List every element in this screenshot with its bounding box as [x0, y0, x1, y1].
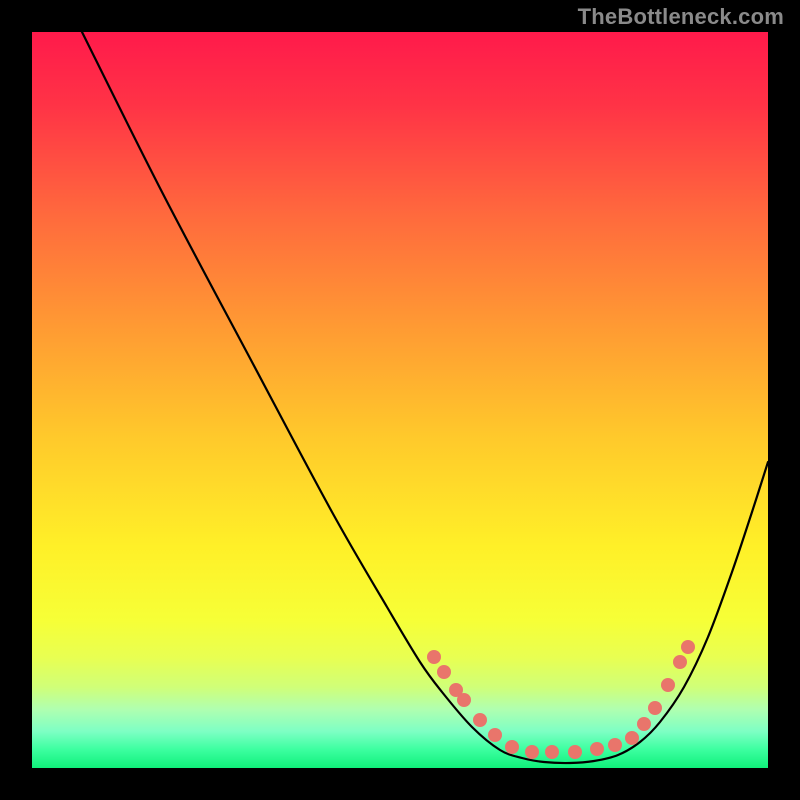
optimal-dot — [648, 701, 662, 715]
optimal-dot — [545, 745, 559, 759]
chart-svg — [32, 32, 768, 768]
optimal-dot — [437, 665, 451, 679]
optimal-dot — [457, 693, 471, 707]
optimal-dot — [681, 640, 695, 654]
chart-frame: TheBottleneck.com — [0, 0, 800, 800]
optimal-dot — [488, 728, 502, 742]
optimal-dot — [608, 738, 622, 752]
optimal-dot — [505, 740, 519, 754]
optimal-dot — [661, 678, 675, 692]
optimal-dot — [590, 742, 604, 756]
optimal-dot — [673, 655, 687, 669]
optimal-dot — [568, 745, 582, 759]
optimal-dot — [525, 745, 539, 759]
plot-area — [32, 32, 768, 768]
optimal-dot — [637, 717, 651, 731]
optimal-dot — [473, 713, 487, 727]
optimal-dot — [625, 731, 639, 745]
optimal-dot — [427, 650, 441, 664]
heatmap-background — [32, 32, 768, 768]
watermark-text: TheBottleneck.com — [578, 4, 784, 30]
